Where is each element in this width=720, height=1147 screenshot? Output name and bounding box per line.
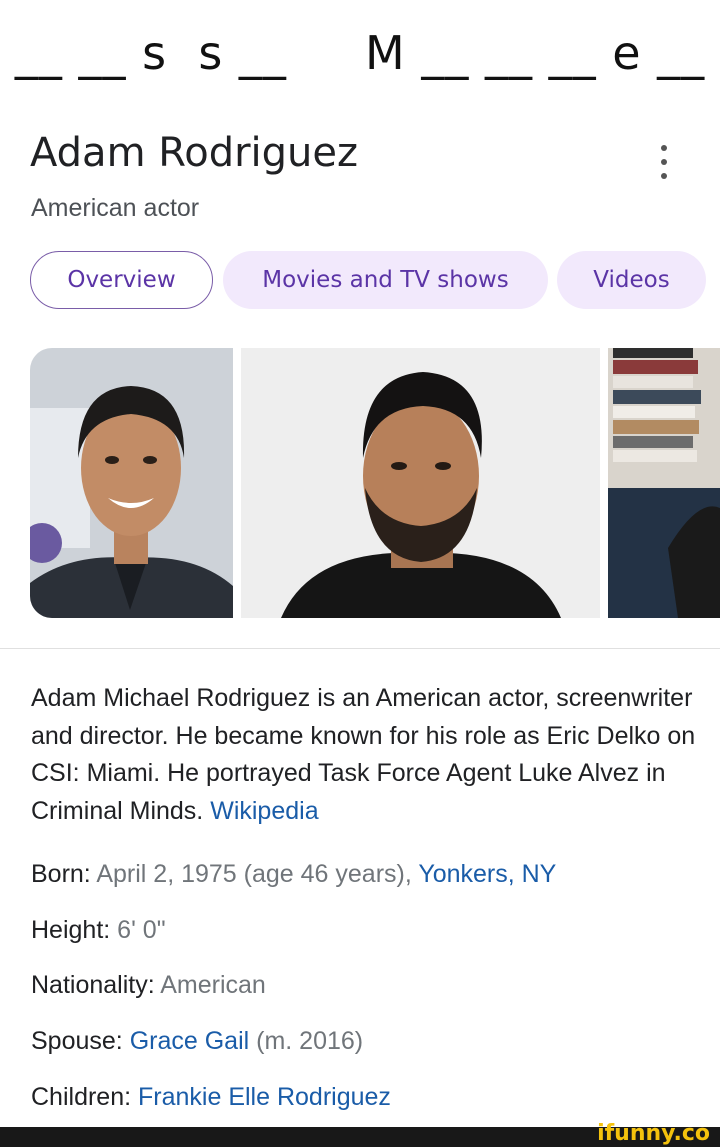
fact-born: Born: April 2, 1975 (age 46 years), Yonk… <box>31 860 556 889</box>
image-thumbnail-2[interactable] <box>241 348 600 618</box>
fact-height: Height: 6' 0" <box>31 916 166 945</box>
wikipedia-link[interactable]: Wikipedia <box>210 797 318 825</box>
fact-height-value: 6' 0" <box>117 916 166 944</box>
description: Adam Michael Rodriguez is an American ac… <box>31 680 701 830</box>
puzzle-blanks: __ __ s s __ M __ __ __ e __ <box>14 26 706 80</box>
fact-children-label: Children: <box>31 1083 132 1111</box>
tab-videos[interactable]: Videos <box>557 251 706 309</box>
entity-title: Adam Rodriguez <box>30 130 359 176</box>
fact-born-value: April 2, 1975 (age 46 years), <box>96 860 412 888</box>
fact-nationality: Nationality: American <box>31 971 266 1000</box>
tab-overview[interactable]: Overview <box>30 251 213 309</box>
fact-nationality-label: Nationality: <box>31 971 155 999</box>
tab-movies-and-tv-shows[interactable]: Movies and TV shows <box>223 251 548 309</box>
fact-height-label: Height: <box>31 916 111 944</box>
fact-spouse-value: (m. 2016) <box>256 1027 364 1055</box>
image-thumbnail-1[interactable] <box>30 348 233 618</box>
fact-children: Children: Frankie Elle Rodriguez <box>31 1083 391 1112</box>
spouse-link[interactable]: Grace Gail <box>130 1027 249 1055</box>
fact-spouse-label: Spouse: <box>31 1027 123 1055</box>
fact-nationality-value: American <box>160 971 266 999</box>
image-thumbnail-3[interactable] <box>608 348 720 618</box>
entity-subtitle: American actor <box>31 194 200 222</box>
birthplace-link[interactable]: Yonkers, NY <box>418 860 556 888</box>
section-divider <box>0 648 720 649</box>
description-text: Adam Michael Rodriguez is an American ac… <box>31 684 696 825</box>
watermark-bar: ifunny.co <box>0 1121 720 1147</box>
ifunny-logo: ifunny.co <box>597 1121 710 1146</box>
fact-born-label: Born: <box>31 860 91 888</box>
more-vert-icon[interactable] <box>652 145 676 179</box>
fact-spouse: Spouse: Grace Gail (m. 2016) <box>31 1027 363 1056</box>
children-link[interactable]: Frankie Elle Rodriguez <box>138 1083 391 1111</box>
